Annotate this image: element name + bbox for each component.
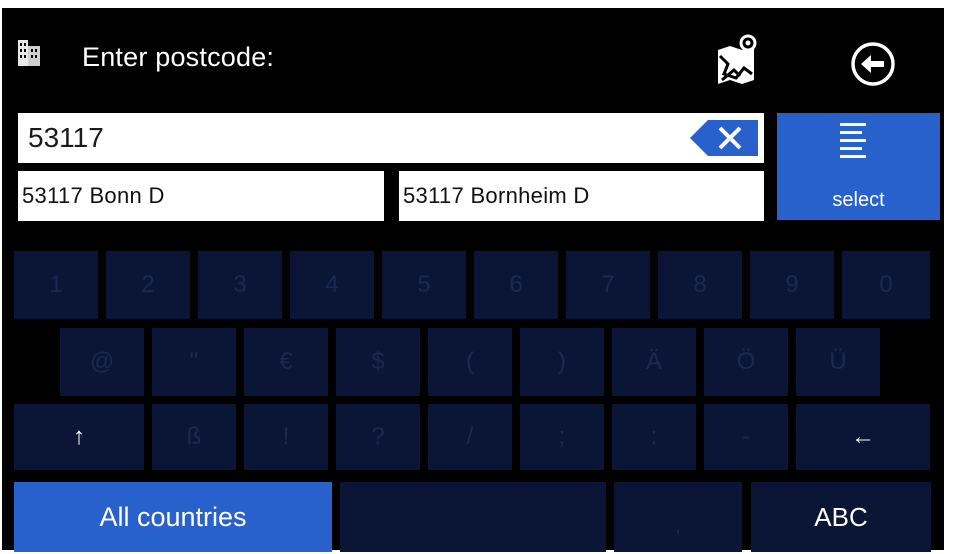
list-icon	[840, 123, 866, 158]
key-9: 9	[750, 251, 834, 319]
select-button[interactable]: select	[777, 113, 940, 220]
key-comma-label: ,	[675, 515, 681, 537]
key-eszett: ß	[152, 404, 236, 470]
key-dollar: $	[336, 328, 420, 396]
space-key	[340, 482, 606, 552]
postcode-input-value: 53117	[28, 122, 104, 153]
key-8: 8	[658, 251, 742, 319]
key-at: @	[60, 328, 144, 396]
key-a-umlaut: Ä	[612, 328, 696, 396]
key-2: 2	[106, 251, 190, 319]
key-u-umlaut: Ü	[796, 328, 880, 396]
key-paren-close: )	[520, 328, 604, 396]
key-o-umlaut: Ö	[704, 328, 788, 396]
key-colon: :	[612, 404, 696, 470]
key-comma: ,	[614, 482, 742, 552]
key-0: 0	[842, 251, 930, 319]
key-exclamation: !	[244, 404, 328, 470]
key-hyphen: -	[704, 404, 788, 470]
suggestion-item[interactable]: 53117 Bonn D	[18, 171, 384, 221]
postcode-input[interactable]: 53117	[18, 113, 764, 163]
back-arrow-icon	[851, 42, 895, 86]
suggestion-item[interactable]: 53117 Bornheim D	[399, 171, 764, 221]
suggestion-label: 53117 Bonn D	[22, 183, 165, 208]
key-euro: €	[244, 328, 328, 396]
clear-input-button[interactable]	[690, 120, 758, 156]
key-7: 7	[566, 251, 650, 319]
key-1: 1	[14, 251, 98, 319]
suggestion-label: 53117 Bornheim D	[403, 183, 590, 208]
key-slash: /	[428, 404, 512, 470]
key-semicolon: ;	[520, 404, 604, 470]
backspace-key[interactable]: ←	[796, 404, 930, 470]
map-location-icon[interactable]	[714, 34, 762, 84]
key-paren-open: (	[428, 328, 512, 396]
page-title: Enter postcode:	[82, 42, 275, 72]
key-5: 5	[382, 251, 466, 319]
key-6: 6	[474, 251, 558, 319]
key-question: ?	[336, 404, 420, 470]
key-3: 3	[198, 251, 282, 319]
abc-keyboard-button[interactable]: ABC	[751, 482, 931, 552]
clear-x-icon	[690, 120, 758, 156]
key-quote: "	[152, 328, 236, 396]
building-icon	[16, 36, 42, 68]
shift-key[interactable]: ↑	[14, 404, 144, 470]
postcode-entry-screen: Enter postcode: 53117 53117 Bonn D 53117…	[2, 8, 944, 552]
select-button-label: select	[832, 189, 885, 211]
all-countries-button[interactable]: All countries	[14, 482, 332, 552]
back-button[interactable]	[850, 41, 896, 87]
key-4: 4	[290, 251, 374, 319]
